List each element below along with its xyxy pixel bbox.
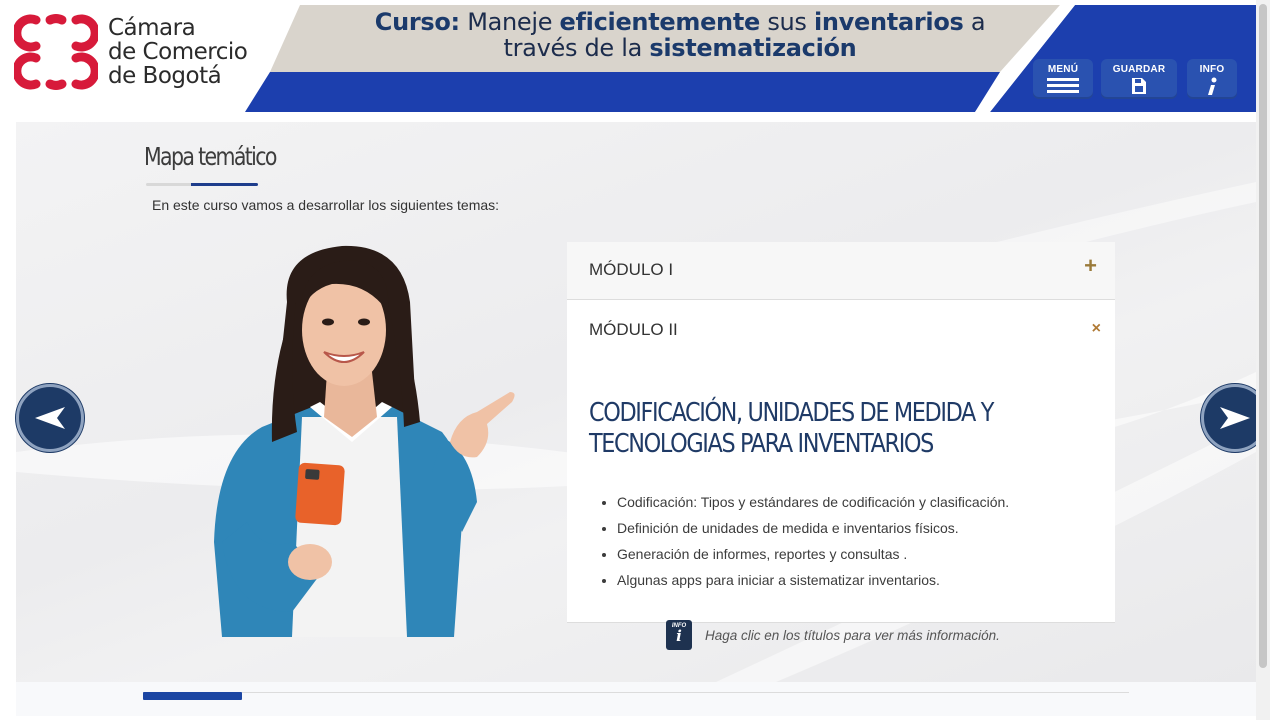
topic-item: Algunas apps para iniciar a sistematizar…: [617, 572, 1093, 588]
logo-text: Cámara de Comercio de Bogotá: [108, 15, 248, 89]
topic-item: Codificación: Tipos y estándares de codi…: [617, 494, 1093, 510]
topic-item: Generación de informes, reportes y consu…: [617, 546, 1093, 562]
content-area: Mapa temático En este curso vamos a desa…: [16, 122, 1256, 682]
expand-icon[interactable]: +: [1084, 254, 1097, 278]
info-button-label: INFO: [1199, 64, 1225, 75]
woman-pointing-image: [214, 245, 515, 637]
hint-text: Haga clic en los títulos para ver más in…: [705, 627, 1000, 643]
logo-line-1: Cámara: [108, 15, 196, 41]
topic-list: Codificación: Tipos y estándares de codi…: [589, 494, 1093, 588]
arrow-left-icon: [35, 407, 65, 429]
progress-area: [16, 682, 1256, 716]
course-title-part: sus: [759, 8, 814, 36]
logo-line-2: de Comercio: [108, 39, 248, 65]
course-title-part: sistematización: [649, 34, 857, 62]
close-icon[interactable]: ×: [1092, 317, 1101, 341]
course-title-part: eficientemente: [559, 8, 761, 36]
course-title: Curso: Maneje eficientemente sus inventa…: [340, 9, 1020, 61]
scrollbar-thumb[interactable]: [1259, 4, 1267, 668]
info-button[interactable]: INFO: [1187, 59, 1237, 99]
hamburger-icon: [1047, 78, 1079, 93]
save-icon: [1132, 78, 1146, 94]
course-title-part: a: [963, 8, 986, 36]
topic-item: Definición de unidades de medida e inven…: [617, 520, 1093, 536]
module-accordion: MÓDULO I + MÓDULO II × CODIFICACIÓN, UNI…: [567, 242, 1115, 623]
title-underline: [146, 183, 258, 186]
page-title: Mapa temático: [144, 142, 277, 171]
logo-line-3: de Bogotá: [108, 63, 222, 89]
arrow-right-icon: [1220, 407, 1250, 429]
logo-mark-icon: [14, 14, 98, 90]
header: Cámara de Comercio de Bogotá Curso: Mane…: [0, 0, 1256, 114]
module-1-label: MÓDULO I: [589, 260, 674, 279]
course-title-part: través de la: [503, 34, 650, 62]
module-2-label: MÓDULO II: [589, 320, 678, 339]
progress-bar: [143, 692, 242, 700]
course-title-prefix: Curso:: [374, 8, 460, 36]
intro-text: En este curso vamos a desarrollar los si…: [152, 197, 500, 213]
hint: INFO i Haga clic en los títulos para ver…: [666, 620, 1000, 650]
save-button-label: GUARDAR: [1112, 64, 1166, 75]
scrollbar[interactable]: [1256, 0, 1270, 720]
menu-button-label: MENÚ: [1047, 64, 1079, 75]
accordion-item-module-2: MÓDULO II × CODIFICACIÓN, UNIDADES DE ME…: [567, 300, 1115, 623]
progress-track: [143, 692, 1129, 693]
accordion-item-module-1: MÓDULO I +: [567, 242, 1115, 300]
camara-comercio-logo: Cámara de Comercio de Bogotá: [14, 10, 274, 96]
module-2-content: CODIFICACIÓN, UNIDADES DE MEDIDA Y TECNO…: [567, 360, 1115, 622]
info-hint-icon: INFO i: [666, 620, 692, 650]
module-2-header[interactable]: MÓDULO II ×: [567, 300, 1115, 360]
hint-icon-glyph: i: [676, 627, 682, 645]
module-2-title: CODIFICACIÓN, UNIDADES DE MEDIDA Y TECNO…: [589, 398, 994, 459]
course-title-part: Maneje: [459, 8, 560, 36]
info-icon: [1208, 77, 1217, 95]
module-1-header[interactable]: MÓDULO I +: [567, 242, 1115, 299]
course-title-part: inventarios: [813, 8, 964, 36]
menu-button[interactable]: MENÚ: [1033, 59, 1093, 99]
save-button[interactable]: GUARDAR: [1101, 59, 1177, 99]
previous-button[interactable]: [16, 384, 84, 452]
